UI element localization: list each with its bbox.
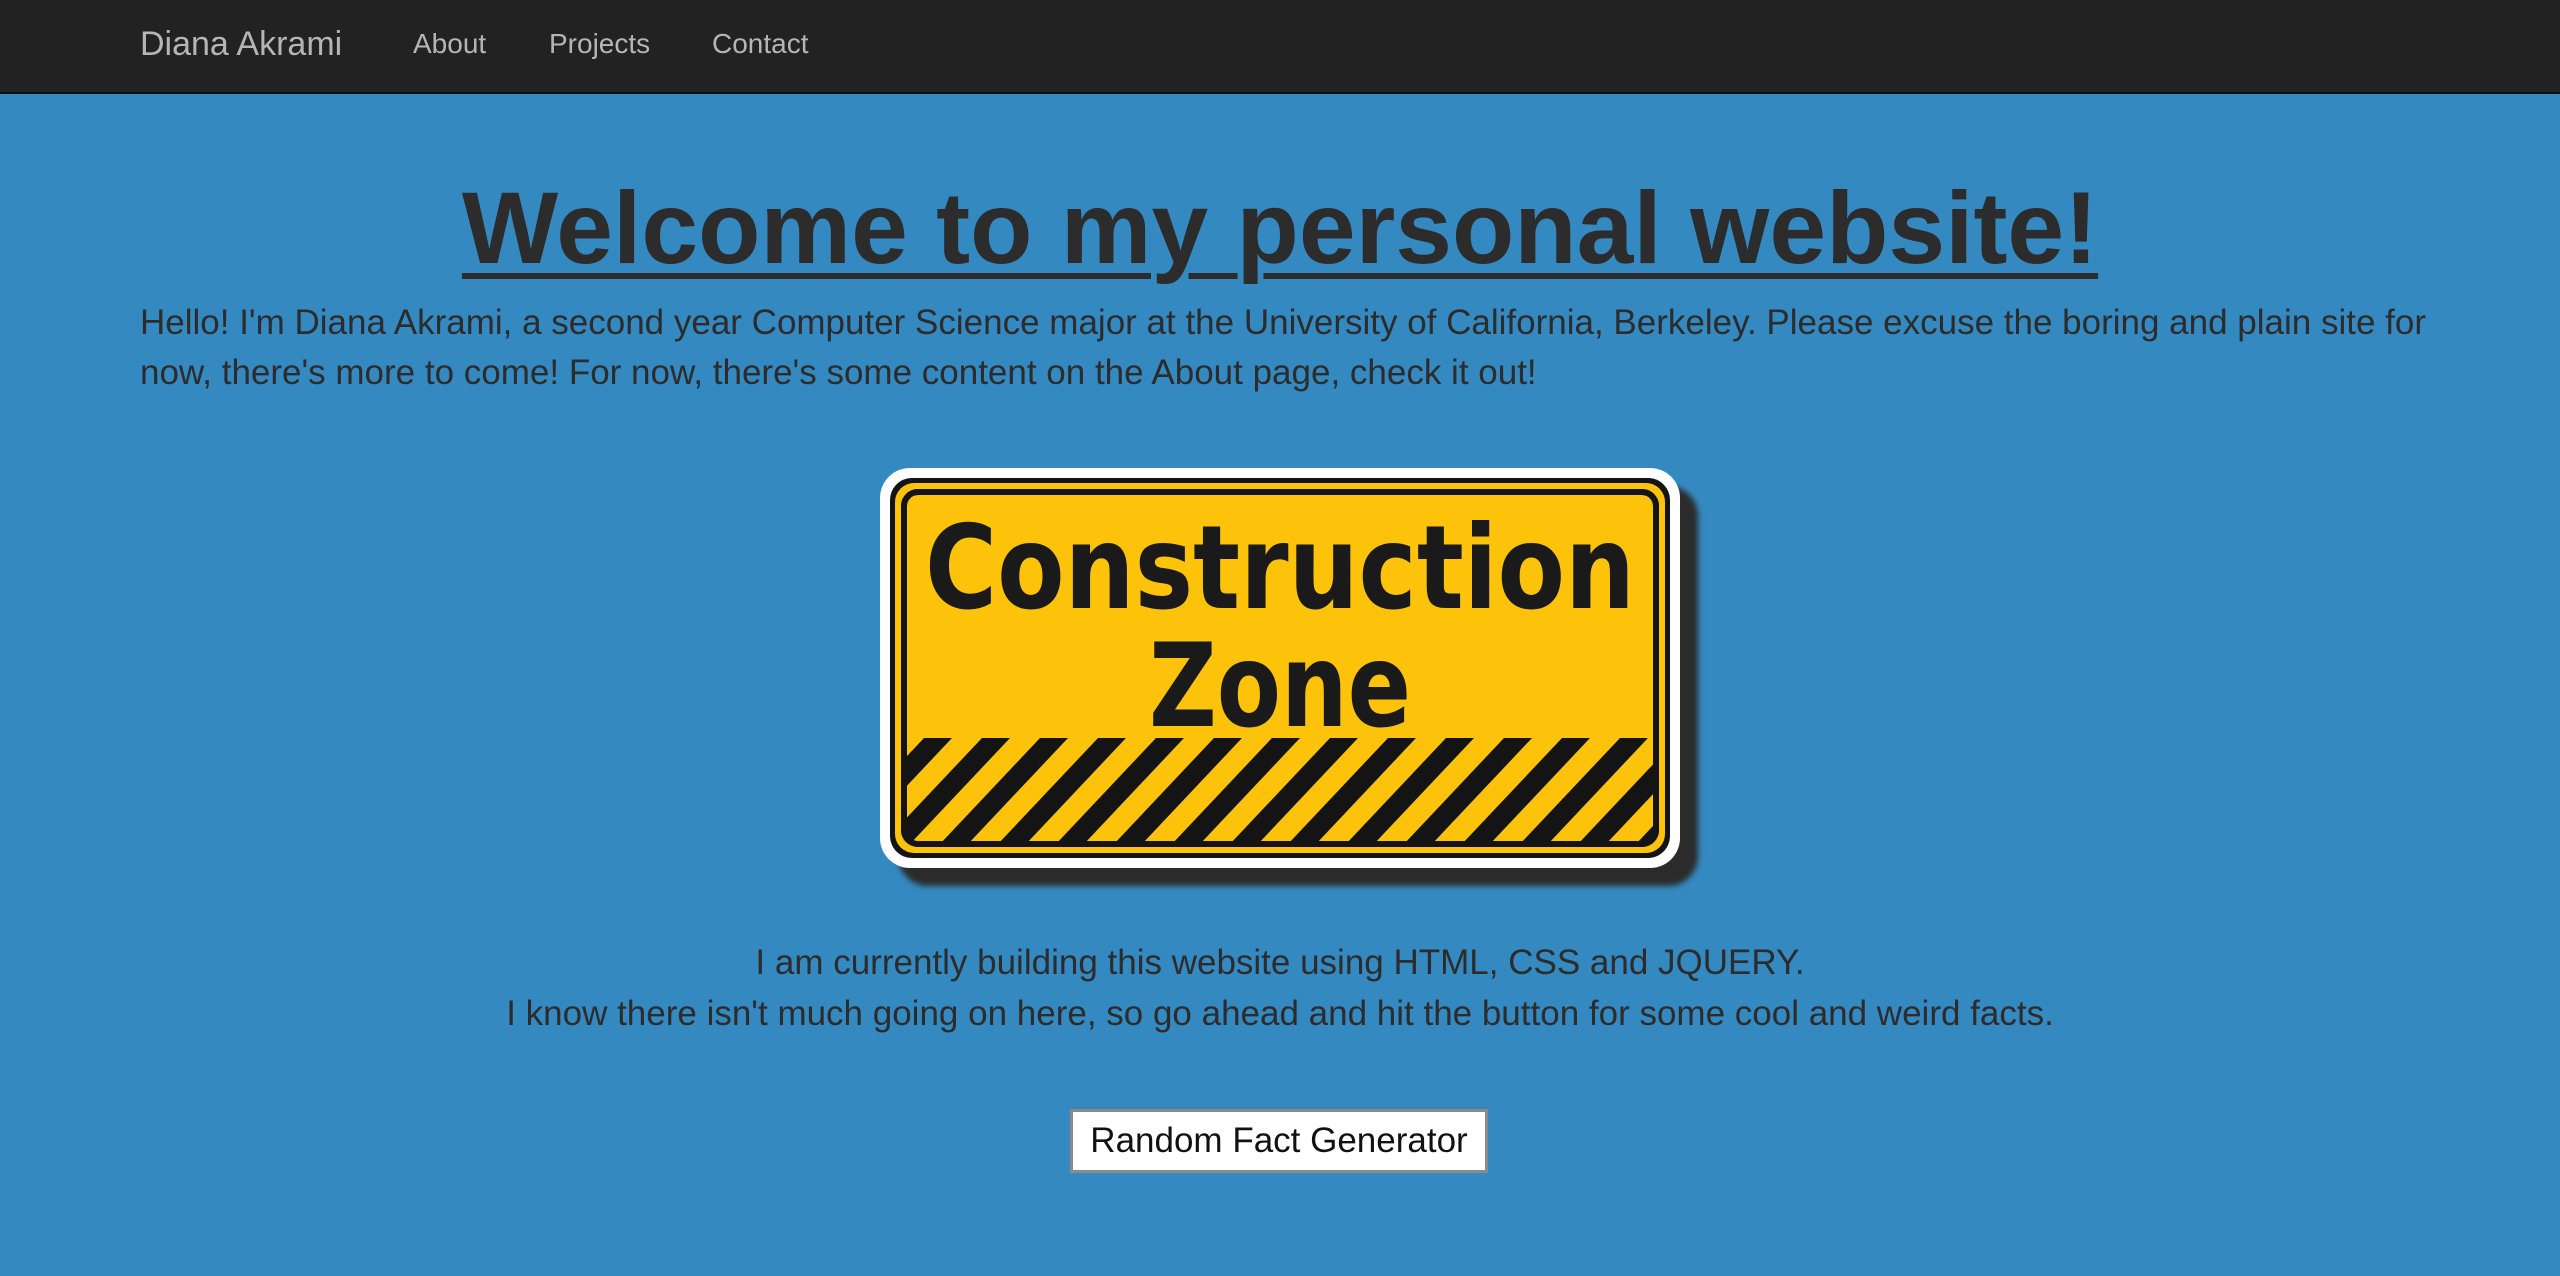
building-note: I am currently building this website usi… bbox=[755, 943, 1805, 982]
sign-card: Construction Zone bbox=[880, 468, 1680, 868]
nav-link-contact[interactable]: Contact bbox=[712, 0, 809, 88]
random-fact-button[interactable]: Random Fact Generator bbox=[1070, 1109, 1488, 1173]
brand-link[interactable]: Diana Akrami bbox=[140, 0, 342, 88]
sign-line-1: Construction bbox=[925, 501, 1635, 636]
construction-sign-graphic: Construction Zone bbox=[890, 478, 1670, 858]
nav-link-about[interactable]: About bbox=[413, 0, 486, 88]
page-title: Welcome to my personal website! bbox=[461, 171, 2099, 285]
construction-zone-image: Construction Zone bbox=[880, 468, 1698, 886]
button-hint: I know there isn't much going on here, s… bbox=[506, 994, 2054, 1033]
nav-link-projects[interactable]: Projects bbox=[549, 0, 650, 88]
intro-paragraph: Hello! I'm Diana Akrami, a second year C… bbox=[140, 303, 2427, 392]
sign-line-2: Zone bbox=[1149, 619, 1411, 754]
top-navbar: Diana Akrami About Projects Contact bbox=[0, 0, 2560, 94]
